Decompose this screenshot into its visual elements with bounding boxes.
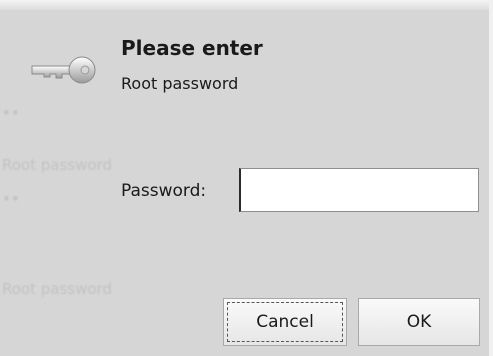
password-label: Password: (121, 181, 207, 201)
dialog-title: Please enter (121, 36, 263, 60)
dialog-subtitle: Root password (121, 74, 239, 93)
cancel-button[interactable]: Cancel (223, 298, 347, 346)
ghost-dots: •• (2, 104, 20, 122)
key-icon (31, 56, 96, 84)
ok-button[interactable]: OK (358, 298, 480, 346)
ok-button-label: OK (406, 312, 432, 332)
ghost-text-2: Root password (2, 280, 112, 298)
ghost-dots-2: •• (2, 190, 20, 208)
ghost-text-1: Root password (2, 156, 112, 174)
password-dialog: •• Root password •• Root password Please… (0, 0, 493, 356)
dialog-edge (489, 0, 493, 356)
password-input[interactable] (239, 168, 479, 212)
title-bar-strip (0, 0, 493, 10)
cancel-button-label: Cancel (256, 312, 314, 332)
